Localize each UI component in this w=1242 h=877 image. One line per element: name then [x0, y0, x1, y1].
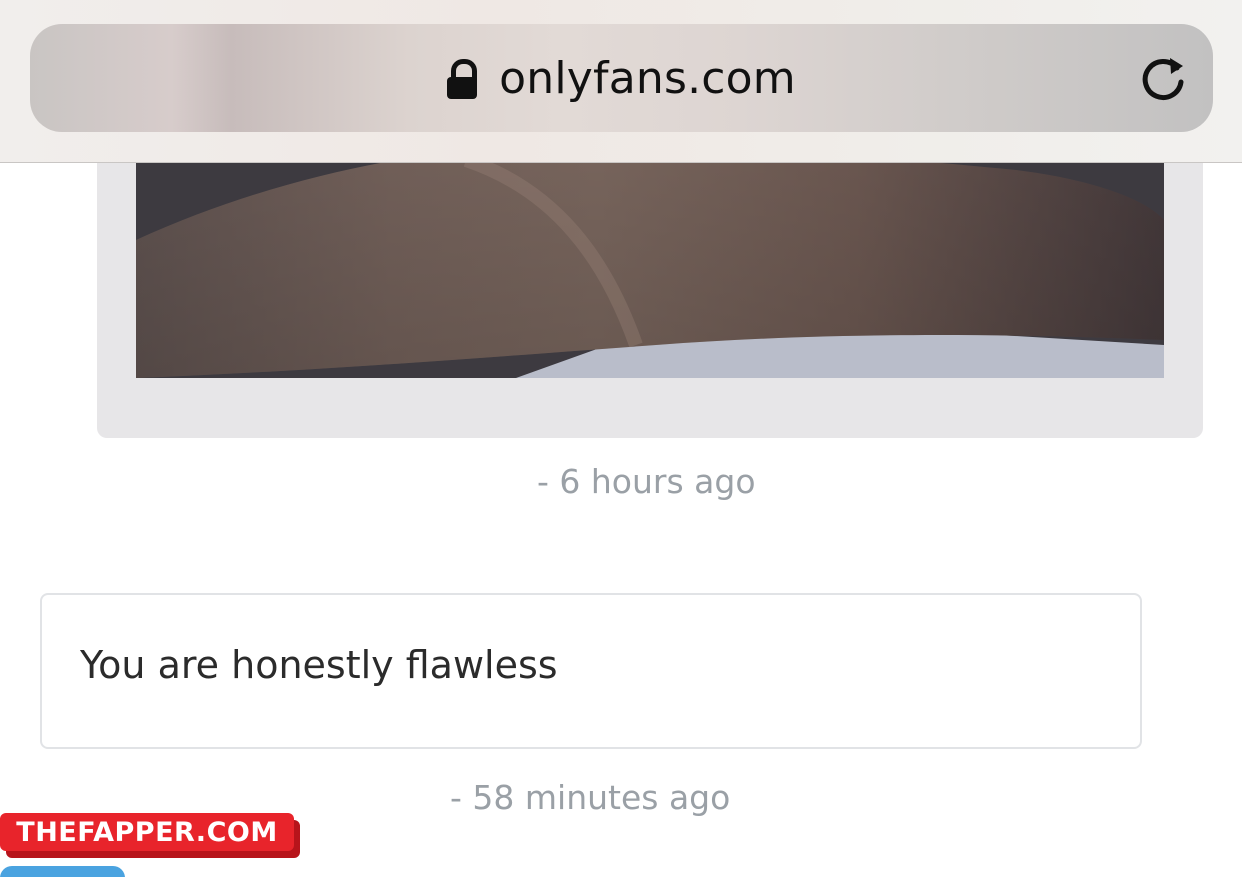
watermark-text: THEFAPPER.COM	[16, 816, 278, 848]
comment-timestamp: - 58 minutes ago	[450, 778, 731, 817]
reload-icon[interactable]	[1137, 52, 1189, 104]
url-text[interactable]: onlyfans.com	[499, 53, 796, 104]
address-bar-content: onlyfans.com	[30, 24, 1213, 132]
comment-box: You are honestly flawless	[40, 593, 1142, 749]
watermark-logo: THEFAPPER.COM	[0, 813, 300, 858]
page: onlyfans.com - 6 hours ago You are hones…	[0, 0, 1242, 877]
post-photo[interactable]	[136, 130, 1164, 378]
comment-text: You are honestly flawless	[80, 643, 558, 687]
partial-button[interactable]	[0, 866, 125, 877]
post-timestamp: - 6 hours ago	[537, 462, 756, 501]
lock-icon	[447, 59, 478, 99]
browser-top-bar: onlyfans.com	[0, 0, 1242, 163]
address-bar[interactable]: onlyfans.com	[30, 24, 1213, 132]
